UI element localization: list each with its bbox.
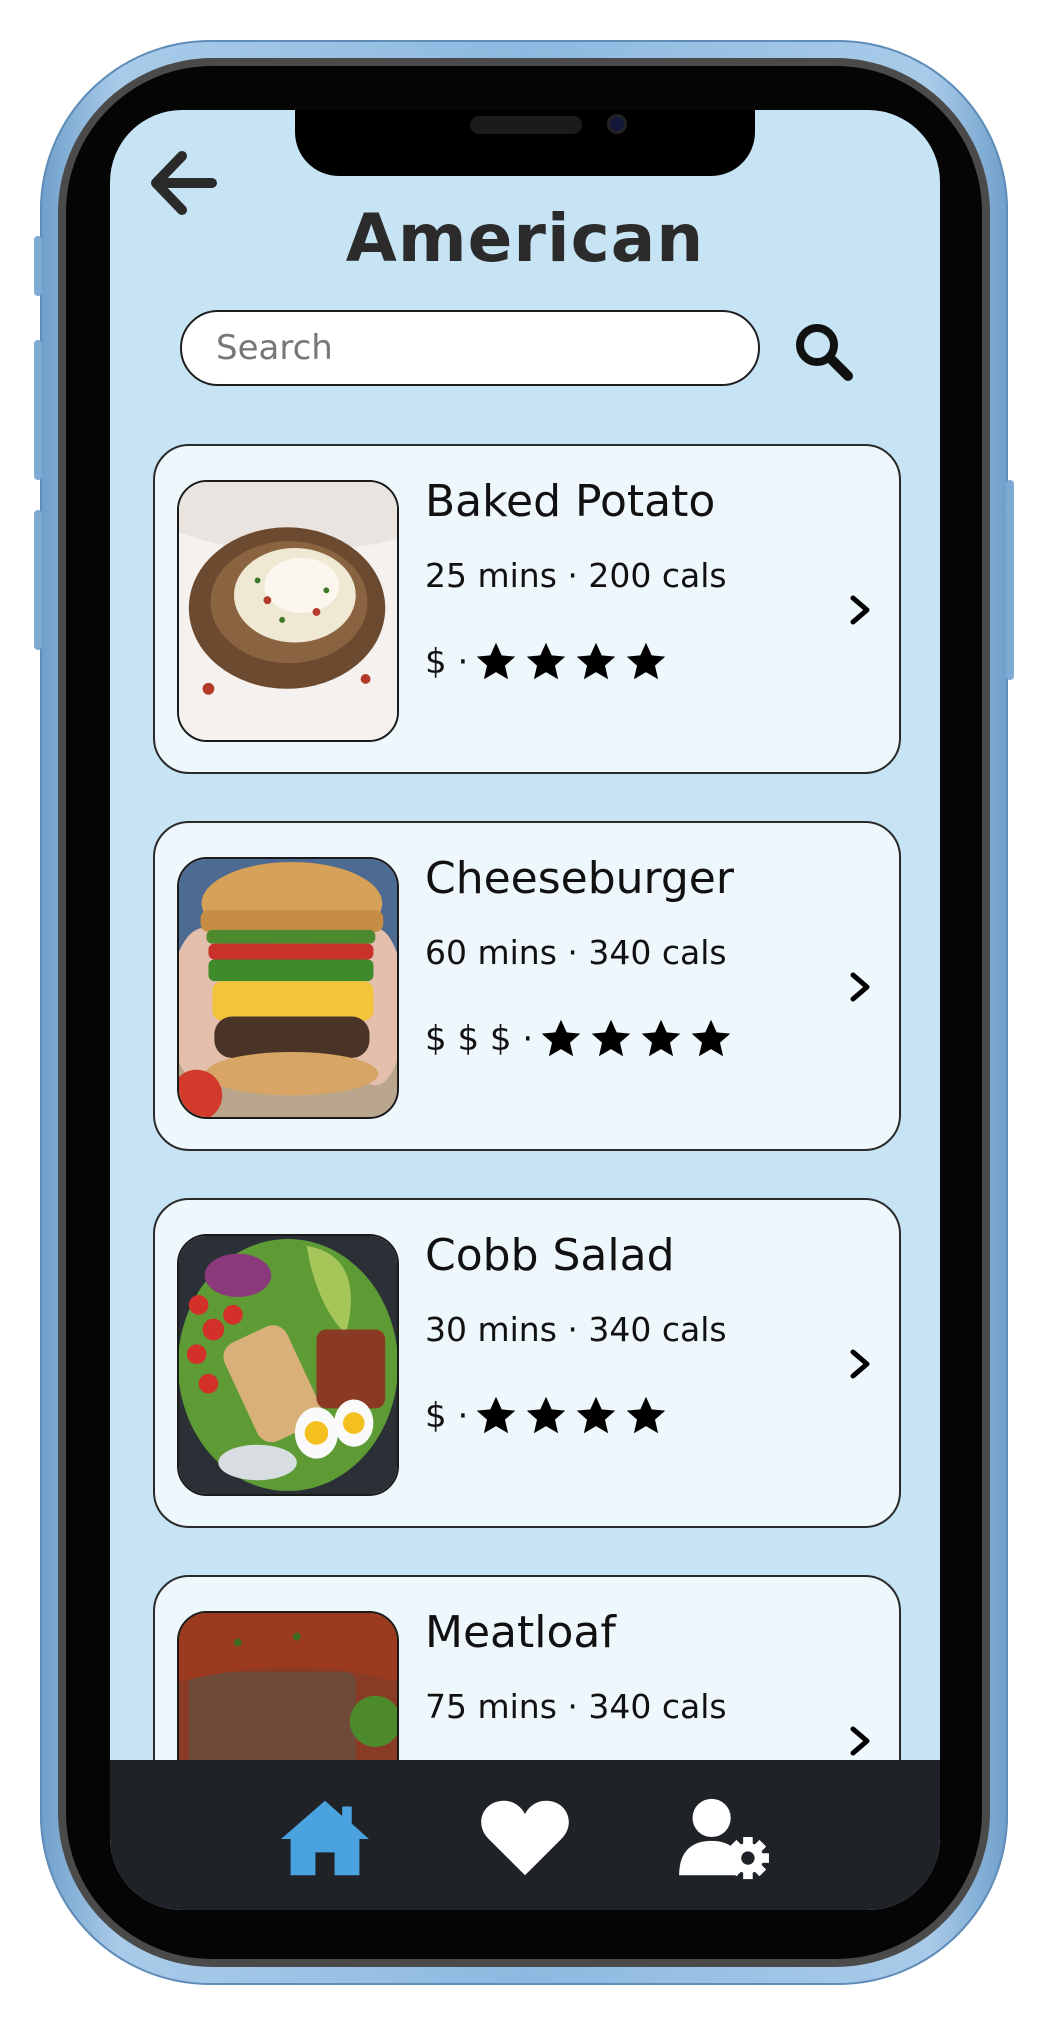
star-icon (527, 642, 566, 680)
star-icon (577, 642, 616, 680)
price-level: $ $ $ · (425, 1019, 534, 1059)
recipe-rating: $ · (425, 1392, 674, 1440)
speaker-grille (470, 116, 582, 134)
side-button-power (1006, 480, 1014, 680)
nav-account-settings[interactable] (675, 1788, 775, 1888)
recipe-card[interactable]: Cobb Salad 30 mins · 340 cals $ · (153, 1198, 901, 1528)
star-icon (477, 642, 516, 680)
baked-potato-photo (177, 480, 399, 742)
star-icon (641, 1019, 681, 1057)
nav-favorites[interactable] (475, 1788, 575, 1888)
star-icon (541, 1019, 581, 1057)
recipe-name: Cheeseburger (425, 853, 734, 904)
user-gear-icon (679, 1798, 769, 1880)
star-icon (627, 642, 666, 680)
recipe-meta: 60 mins · 340 cals (425, 933, 727, 972)
recipe-meta: 30 mins · 340 cals (425, 1310, 727, 1349)
price-level: $ · (425, 642, 469, 682)
search-button[interactable] (792, 320, 854, 382)
rating-stars (474, 640, 674, 684)
star-icon (577, 1396, 616, 1434)
cobb-salad-photo (177, 1234, 399, 1496)
heart-icon (481, 1800, 569, 1876)
star-icon (527, 1396, 566, 1434)
recipe-rating: $ $ $ · (425, 1015, 739, 1063)
home-icon (281, 1800, 369, 1876)
recipe-name: Cobb Salad (425, 1230, 675, 1281)
nav-home[interactable] (275, 1788, 375, 1888)
price-level: $ · (425, 1396, 469, 1436)
recipe-name: Meatloaf (425, 1607, 616, 1658)
star-icon (477, 1396, 516, 1434)
recipe-card[interactable]: Baked Potato 25 mins · 200 cals $ · (153, 444, 901, 774)
recipe-list: Baked Potato 25 mins · 200 cals $ · Chee… (153, 444, 901, 1910)
star-icon (691, 1019, 731, 1057)
bottom-nav (110, 1760, 940, 1910)
chevron-right-icon[interactable] (841, 588, 877, 632)
cheeseburger-photo (177, 857, 399, 1119)
rating-stars (474, 1394, 674, 1438)
page-title: American (345, 200, 705, 277)
recipe-rating: $ · (425, 638, 674, 686)
recipe-name: Baked Potato (425, 476, 716, 527)
front-camera (607, 114, 627, 134)
recipe-card[interactable]: Cheeseburger 60 mins · 340 cals $ $ $ · (153, 821, 901, 1151)
chevron-right-icon[interactable] (841, 965, 877, 1009)
search-input[interactable] (180, 310, 760, 386)
star-icon (591, 1019, 631, 1057)
star-icon (627, 1396, 666, 1434)
app-screen: American Search Baked Potato 25 mins · 2… (110, 110, 940, 1910)
side-button-volume-down (34, 510, 42, 650)
rating-stars (539, 1017, 739, 1061)
recipe-meta: 75 mins · 340 cals (425, 1687, 727, 1726)
side-button-volume-up (34, 340, 42, 480)
chevron-right-icon[interactable] (841, 1342, 877, 1386)
side-button-silent (34, 236, 42, 296)
notch (295, 110, 755, 176)
chevron-right-icon[interactable] (841, 1719, 877, 1763)
search-icon (796, 324, 853, 381)
recipe-meta: 25 mins · 200 cals (425, 556, 727, 595)
